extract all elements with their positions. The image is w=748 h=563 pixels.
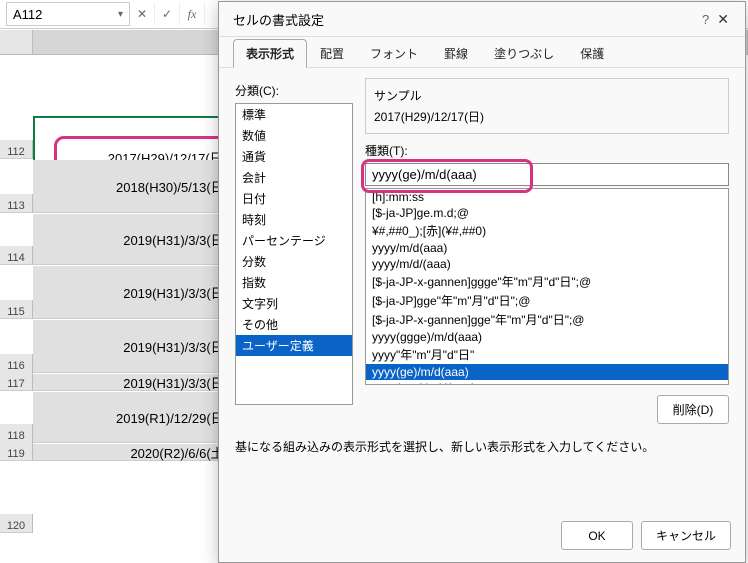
chevron-down-icon: ▾ [118,9,123,20]
row-header[interactable]: 112 [0,140,33,159]
delete-button[interactable]: 削除(D) [657,395,729,424]
cell[interactable]: 2019(H31)/3/3(日) [33,266,234,319]
category-listbox[interactable]: 標準数値通貨会計日付時刻パーセンテージ分数指数文字列その他ユーザー定義 [235,103,353,405]
format-item[interactable]: [h]:mm:ss [366,189,728,205]
format-item[interactable]: yyyy(gge)/m/d(aaa) [366,380,728,385]
type-input[interactable] [365,163,729,186]
category-item[interactable]: 会計 [236,167,352,188]
dialog-title: セルの書式設定 [233,10,324,29]
tab-number-format[interactable]: 表示形式 [233,39,307,68]
format-item[interactable]: [$-ja-JP-x-gannen]gge"年"m"月"d"日";@ [366,310,728,329]
format-item[interactable]: ¥#,##0_);[赤](¥#,##0) [366,221,728,240]
cell[interactable]: 2019(H31)/3/3(日) [33,320,234,373]
formula-commit-icon[interactable]: ✓ [155,3,180,25]
row-header[interactable]: 116 [0,354,33,373]
format-item[interactable]: yyyy/m/d/(aaa) [366,256,728,272]
category-label: 分類(C): [235,82,353,99]
tab-border[interactable]: 罫線 [431,39,481,67]
category-item[interactable]: パーセンテージ [236,230,352,251]
cell[interactable]: 2019(H31)/3/3(日) [33,374,234,391]
sample-label: サンプル [374,87,720,104]
row-header[interactable]: 117 [0,372,33,391]
format-listbox[interactable]: [h]:mm:ss[$-ja-JP]ge.m.d;@¥#,##0_);[赤](¥… [365,188,729,385]
row-header[interactable]: 119 [0,442,33,461]
tab-protection[interactable]: 保護 [567,39,617,67]
row-header[interactable]: 114 [0,246,33,265]
fx-icon[interactable]: fx [180,3,205,25]
type-label: 種類(T): [365,142,729,159]
format-item[interactable]: yyyy"年"m"月"d"日" [366,345,728,364]
row-header[interactable]: 113 [0,194,33,213]
help-icon[interactable]: ? [702,12,709,27]
row-header[interactable]: 120 [0,514,33,533]
category-item[interactable]: 時刻 [236,209,352,230]
cell[interactable]: 2018(H30)/5/13(日) [33,160,234,213]
cell[interactable]: 2020(R2)/6/6(土) [33,444,234,461]
category-item[interactable]: 文字列 [236,293,352,314]
row-header[interactable]: 118 [0,424,33,443]
row-header[interactable]: 115 [0,300,33,319]
select-all-corner[interactable] [0,30,33,54]
format-item[interactable]: [$-ja-JP]gge"年"m"月"d"日";@ [366,291,728,310]
cancel-button[interactable]: キャンセル [641,521,731,550]
sample-box: サンプル 2017(H29)/12/17(日) [365,78,729,134]
category-item[interactable]: その他 [236,314,352,335]
format-cells-dialog: セルの書式設定 ? ✕ 表示形式 配置 フォント 罫線 塗りつぶし 保護 分類(… [218,1,746,563]
category-item[interactable]: 通貨 [236,146,352,167]
tab-fill[interactable]: 塗りつぶし [481,39,567,67]
category-item[interactable]: 数値 [236,125,352,146]
ok-button[interactable]: OK [561,521,633,550]
category-item[interactable]: 標準 [236,104,352,125]
dialog-tabs: 表示形式 配置 フォント 罫線 塗りつぶし 保護 [219,37,745,68]
format-item[interactable]: yyyy(ge)/m/d(aaa) [366,364,728,380]
formula-cancel-icon[interactable]: ✕ [130,3,155,25]
tab-alignment[interactable]: 配置 [307,39,357,67]
cell[interactable]: 2019(R1)/12/29(日) [33,392,234,443]
format-item[interactable]: yyyy/m/d(aaa) [366,240,728,256]
name-box[interactable]: A112 ▾ [6,2,130,26]
format-item[interactable]: yyyy(ggge)/m/d(aaa) [366,329,728,345]
dialog-hint-text: 基になる組み込みの表示形式を選択し、新しい表示形式を入力してください。 [219,434,745,455]
name-box-value: A112 [13,7,42,22]
sample-value: 2017(H29)/12/17(日) [374,108,720,125]
cell[interactable]: 2019(H31)/3/3(日) [33,214,234,265]
category-item[interactable]: ユーザー定義 [236,335,352,356]
tab-font[interactable]: フォント [357,39,431,67]
category-item[interactable]: 指数 [236,272,352,293]
category-item[interactable]: 分数 [236,251,352,272]
format-item[interactable]: [$-ja-JP]ge.m.d;@ [366,205,728,221]
close-icon[interactable]: ✕ [709,7,737,32]
format-item[interactable]: [$-ja-JP-x-gannen]ggge"年"m"月"d"日";@ [366,272,728,291]
category-item[interactable]: 日付 [236,188,352,209]
